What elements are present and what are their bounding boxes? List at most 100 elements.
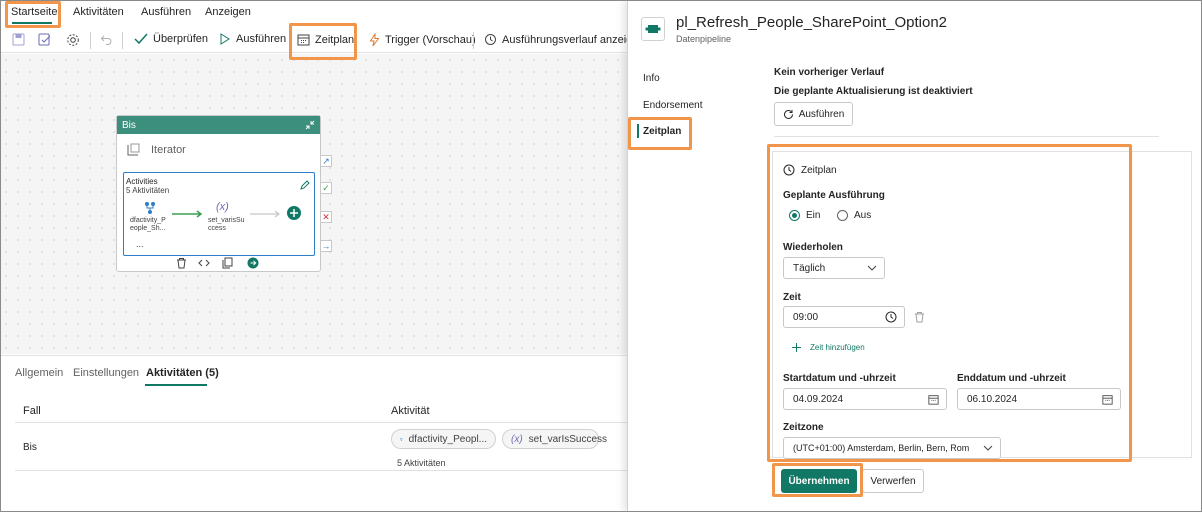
- repeat-dropdown[interactable]: Täglich: [783, 257, 885, 279]
- menu-tab-anzeigen[interactable]: Anzeigen: [205, 6, 251, 18]
- properties-panel: Allgemein Einstellungen Aktivitäten (5) …: [0, 355, 628, 512]
- pill-label: dfactivity_Peopl...: [408, 433, 487, 445]
- chevron-down-icon: [983, 445, 993, 451]
- iterator-row: Iterator: [125, 142, 186, 158]
- nav-active-indicator: [637, 124, 639, 138]
- copy-icon[interactable]: [222, 257, 233, 269]
- radio-off-indicator: [837, 210, 848, 221]
- save-icon[interactable]: [12, 33, 25, 46]
- plus-icon: [792, 343, 801, 352]
- calendar-icon: [1102, 394, 1113, 405]
- history-button[interactable]: Ausführungsverlauf anzeigen: [484, 33, 644, 46]
- variable-icon: (x): [511, 433, 523, 445]
- toolbar-divider: [122, 32, 123, 49]
- publish-icon[interactable]: [38, 33, 52, 46]
- menu-tab-ausfuehren[interactable]: Ausführen: [141, 6, 191, 18]
- radio-on-indicator: [789, 210, 800, 221]
- nav-zeitplan[interactable]: Zeitplan: [643, 126, 681, 137]
- run-now-label: Ausführen: [798, 108, 845, 120]
- node2-label: set_varisSu ccess: [208, 217, 245, 232]
- time-input[interactable]: 09:00: [783, 306, 905, 328]
- start-value: 04.09.2024: [793, 393, 844, 405]
- timezone-value: (UTC+01:00) Amsterdam, Berlin, Bern, Rom: [793, 443, 970, 453]
- delete-icon[interactable]: [176, 257, 187, 269]
- navigate-icon[interactable]: [247, 257, 259, 269]
- tab-allgemein[interactable]: Allgemein: [15, 367, 63, 379]
- collapse-icon[interactable]: [305, 120, 315, 130]
- no-history-text: Kein vorheriger Verlauf: [774, 67, 885, 78]
- start-date-input[interactable]: 04.09.2024: [783, 388, 947, 410]
- history-icon: [485, 34, 496, 45]
- repeat-value: Täglich: [793, 262, 826, 274]
- activities-label: Activities: [126, 177, 158, 186]
- discard-button[interactable]: Verwerfen: [862, 469, 924, 493]
- success-connector-icon[interactable]: ✓: [320, 182, 332, 194]
- end-date-input[interactable]: 06.10.2024: [957, 388, 1121, 410]
- table-divider: [15, 470, 628, 471]
- schedule-label: Zeitplan: [315, 33, 355, 46]
- tab-aktivitaeten[interactable]: Aktivitäten (5): [146, 367, 219, 379]
- menu-tab-aktivitaeten[interactable]: Aktivitäten: [73, 6, 124, 18]
- trigger-label: Trigger (Vorschau): [385, 34, 476, 46]
- toolbar-divider: [90, 32, 91, 49]
- run-now-button[interactable]: Ausführen: [774, 102, 853, 126]
- dataflow-icon: [400, 437, 403, 441]
- active-tab-underline: [12, 22, 52, 24]
- radio-off[interactable]: Aus: [837, 210, 871, 221]
- lightning-icon: [369, 33, 380, 47]
- timezone-dropdown[interactable]: (UTC+01:00) Amsterdam, Berlin, Bern, Rom: [783, 437, 1001, 459]
- add-activity-icon[interactable]: [286, 205, 302, 221]
- activities-count: 5 Aktivitäten: [126, 186, 170, 195]
- code-icon[interactable]: [198, 258, 210, 268]
- validate-button[interactable]: Überprüfen: [134, 33, 208, 45]
- start-label: Startdatum und -uhrzeit: [783, 373, 896, 384]
- apply-button[interactable]: Übernehmen: [781, 469, 857, 493]
- refresh-icon: [783, 109, 793, 119]
- activities-container[interactable]: Activities 5 Aktivitäten dfactivity_P eo…: [123, 172, 315, 256]
- column-header-case: Fall: [23, 405, 41, 417]
- trigger-button[interactable]: Trigger (Vorschau): [369, 33, 476, 47]
- add-time-button[interactable]: Zeit hinzufügen: [791, 342, 865, 353]
- radio-on-label: Ein: [806, 210, 821, 221]
- variable-icon: (x): [216, 201, 229, 213]
- skip-connector-icon[interactable]: ↗: [320, 155, 332, 167]
- validate-label: Überprüfen: [153, 33, 209, 45]
- menu-tab-startseite[interactable]: Startseite: [11, 6, 57, 18]
- tab-einstellungen[interactable]: Einstellungen: [73, 367, 139, 379]
- row-case-value: Bis: [23, 442, 37, 453]
- nav-endorsement[interactable]: Endorsement: [643, 100, 702, 111]
- radio-off-label: Aus: [854, 210, 872, 221]
- add-time-label: Zeit hinzufügen: [810, 343, 865, 352]
- time-label: Zeit: [783, 292, 801, 303]
- schedule-header: Zeitplan: [801, 165, 837, 176]
- radio-on[interactable]: Ein: [789, 210, 820, 221]
- history-label: Ausführungsverlauf anzeigen: [502, 33, 645, 46]
- more-indicator: ...: [136, 239, 144, 249]
- pill-label: set_varIsSuccess: [528, 433, 608, 445]
- iterator-label: Iterator: [151, 144, 186, 156]
- repeat-label: Wiederholen: [783, 242, 843, 253]
- scheduled-run-label: Geplante Ausführung: [783, 190, 885, 201]
- nav-info[interactable]: Info: [643, 73, 660, 84]
- section-divider: [774, 136, 1159, 137]
- table-divider: [15, 422, 628, 423]
- calendar-icon: [297, 34, 310, 46]
- node1-label: dfactivity_P eople_Sh...: [130, 217, 166, 232]
- next-arrow: [250, 210, 280, 218]
- panel-subtitle: Datenpipeline: [676, 34, 732, 44]
- run-button[interactable]: Ausführen: [219, 33, 286, 45]
- activity-pill-dataflow[interactable]: dfactivity_Peopl...: [391, 429, 496, 449]
- edit-icon[interactable]: [300, 180, 310, 190]
- gear-icon[interactable]: [66, 33, 80, 47]
- activity-pill-variable[interactable]: (x) set_varIsSuccess: [502, 429, 607, 449]
- until-activity-card[interactable]: Bis Iterator Activities 5 Aktivitäten df…: [116, 115, 321, 272]
- undo-icon[interactable]: [100, 33, 113, 46]
- failure-connector-icon[interactable]: ✕: [320, 211, 332, 223]
- clock-icon: [783, 164, 795, 176]
- end-value: 06.10.2024: [967, 393, 1018, 405]
- schedule-button[interactable]: Zeitplan: [297, 33, 354, 46]
- end-label: Enddatum und -uhrzeit: [957, 373, 1066, 384]
- chevron-down-icon: [867, 265, 877, 271]
- delete-time-icon[interactable]: [914, 311, 925, 323]
- completion-connector-icon[interactable]: →: [320, 240, 332, 252]
